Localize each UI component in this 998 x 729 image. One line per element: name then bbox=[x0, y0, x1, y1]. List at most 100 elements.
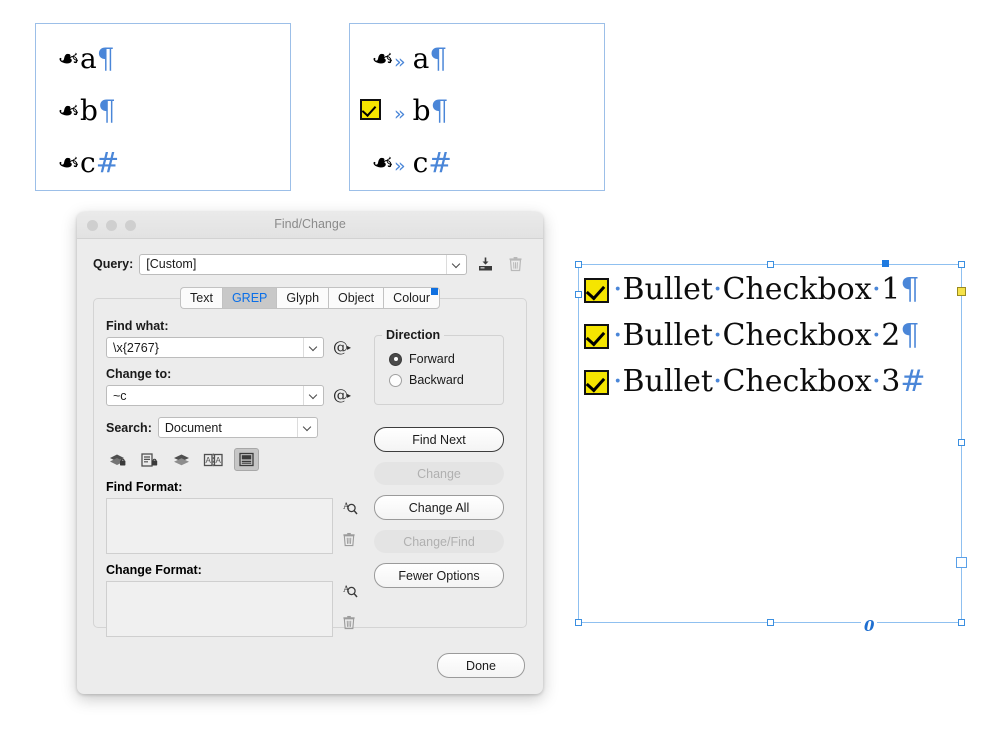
tab-mark: » bbox=[394, 155, 406, 177]
sample-row: ❧ b ¶ bbox=[46, 94, 115, 127]
change-format-area: A bbox=[106, 581, 358, 637]
pilcrow-mark: ¶ bbox=[96, 42, 115, 75]
handle-top-right[interactable] bbox=[958, 261, 965, 268]
change-to-row: ~c @▸ bbox=[106, 385, 358, 406]
find-change-dialog: Find/Change Query: [Custom] Text GREP Gl… bbox=[77, 212, 543, 694]
chevron-down-icon[interactable] bbox=[303, 386, 323, 405]
frame-text-b: Checkbox bbox=[722, 318, 872, 353]
handle-bottom-center[interactable] bbox=[767, 619, 774, 626]
handle-top-center[interactable] bbox=[767, 261, 774, 268]
tab-object[interactable]: Object bbox=[328, 287, 384, 309]
find-format-box[interactable] bbox=[106, 498, 333, 554]
sample-row: ❧ » c # bbox=[360, 146, 451, 179]
overset-indicator: 0 bbox=[861, 619, 878, 634]
search-row: Search: Document bbox=[106, 417, 358, 438]
include-hidden-layers-icon[interactable] bbox=[170, 449, 193, 470]
handle-outport[interactable] bbox=[956, 557, 967, 568]
fewer-options-button[interactable]: Fewer Options bbox=[374, 563, 504, 588]
sample-row: ❧ a ¶ bbox=[46, 42, 115, 75]
at-menu-icon[interactable]: @▸ bbox=[333, 388, 351, 403]
dialog-titlebar[interactable]: Find/Change bbox=[77, 212, 543, 239]
checkbox-glyph bbox=[584, 324, 609, 349]
change-all-button[interactable]: Change All bbox=[374, 495, 504, 520]
handle-top-active[interactable] bbox=[882, 260, 889, 267]
radio-backward-label: Backward bbox=[409, 373, 464, 387]
clear-format-icon[interactable] bbox=[342, 532, 358, 552]
find-next-button[interactable]: Find Next bbox=[374, 427, 504, 452]
space-mark: · bbox=[613, 272, 623, 307]
change-format-label: Change Format: bbox=[106, 563, 202, 577]
sample-row: ❧ » a ¶ bbox=[360, 42, 447, 75]
specify-attributes-icon[interactable]: A bbox=[342, 583, 358, 604]
grep-panel: Find what: \x{2767} @▸ Change to: ~c @▸ … bbox=[93, 298, 527, 637]
at-menu-icon[interactable]: @▸ bbox=[333, 340, 351, 355]
search-label: Search: bbox=[106, 420, 152, 435]
checkbox-glyph bbox=[584, 278, 609, 303]
handle-inport[interactable] bbox=[575, 291, 582, 298]
change-find-button: Change/Find bbox=[374, 530, 504, 553]
handle-bottom-right[interactable] bbox=[958, 619, 965, 626]
query-label: Query: bbox=[93, 257, 134, 271]
radio-forward[interactable]: Forward bbox=[389, 352, 493, 366]
specify-attributes-icon[interactable]: A bbox=[342, 500, 358, 521]
frame-text-a: Bullet bbox=[622, 318, 713, 353]
delete-query-icon[interactable] bbox=[503, 252, 527, 276]
find-format-area: A bbox=[106, 498, 358, 554]
fleuron-glyph: ❧ bbox=[57, 148, 80, 179]
save-query-icon[interactable] bbox=[473, 252, 497, 276]
change-to-input[interactable]: ~c bbox=[106, 385, 324, 406]
find-what-row: \x{2767} @▸ bbox=[106, 337, 358, 358]
handle-content-grabber[interactable] bbox=[957, 287, 966, 296]
end-of-story-mark: # bbox=[900, 364, 926, 399]
query-select[interactable]: [Custom] bbox=[139, 253, 467, 275]
chevron-down-icon[interactable] bbox=[296, 418, 317, 437]
tab-glyph[interactable]: Glyph bbox=[276, 287, 329, 309]
frame-number: 3 bbox=[881, 364, 901, 399]
include-master-pages-icon[interactable]: A A bbox=[202, 449, 225, 470]
fleuron-glyph: ❧ bbox=[371, 44, 394, 75]
handle-middle-right[interactable] bbox=[958, 439, 965, 446]
frame-line: ·Bullet·Checkbox·2¶ bbox=[584, 321, 919, 351]
selected-text-frame[interactable]: ·Bullet·Checkbox·1¶ ·Bullet·Checkbox·2¶ … bbox=[575, 260, 967, 634]
find-what-input[interactable]: \x{2767} bbox=[106, 337, 324, 358]
find-what-value: \x{2767} bbox=[113, 340, 159, 355]
change-format-box[interactable] bbox=[106, 581, 333, 637]
pilcrow-mark: ¶ bbox=[900, 318, 920, 353]
mode-tabs[interactable]: Text GREP Glyph Object Colour bbox=[93, 287, 527, 309]
space-mark: · bbox=[613, 364, 623, 399]
done-button[interactable]: Done bbox=[437, 653, 525, 678]
radio-backward[interactable]: Backward bbox=[389, 373, 493, 387]
radio-forward-indicator[interactable] bbox=[389, 352, 402, 366]
sample-row: ❧ c # bbox=[46, 146, 119, 179]
sample-letter: b bbox=[412, 94, 431, 127]
frame-text-b: Checkbox bbox=[722, 364, 872, 399]
sample-letter: a bbox=[412, 42, 430, 75]
clear-format-icon[interactable] bbox=[342, 615, 358, 635]
scope-icon-strip[interactable]: A A bbox=[106, 448, 358, 471]
tab-text[interactable]: Text bbox=[180, 287, 222, 309]
change-to-label: Change to: bbox=[106, 367, 172, 381]
tab-grep[interactable]: GREP bbox=[221, 287, 277, 309]
frame-number: 1 bbox=[881, 272, 901, 307]
handle-top-left[interactable] bbox=[575, 261, 582, 268]
tab-colour[interactable]: Colour bbox=[383, 287, 440, 309]
include-locked-stories-icon[interactable] bbox=[138, 449, 161, 470]
pilcrow-mark: ¶ bbox=[429, 42, 448, 75]
include-footnotes-icon[interactable] bbox=[234, 448, 259, 471]
space-mark: · bbox=[871, 318, 882, 353]
frame-text-a: Bullet bbox=[622, 364, 713, 399]
include-locked-layers-icon[interactable] bbox=[106, 449, 129, 470]
chevron-down-icon[interactable] bbox=[446, 254, 466, 274]
radio-backward-indicator[interactable] bbox=[389, 373, 402, 387]
radio-forward-label: Forward bbox=[409, 352, 455, 366]
frame-number: 2 bbox=[881, 318, 901, 353]
chevron-down-icon[interactable] bbox=[303, 338, 323, 357]
space-mark: · bbox=[871, 272, 882, 307]
query-row: Query: [Custom] bbox=[93, 252, 527, 276]
tab-colour-label: Colour bbox=[393, 291, 430, 305]
search-scope-select[interactable]: Document bbox=[157, 417, 318, 438]
handle-bottom-left[interactable] bbox=[575, 619, 582, 626]
tab-mark: » bbox=[394, 51, 406, 73]
before-sample-box: ❧ a ¶ ❧ b ¶ ❧ c # bbox=[35, 23, 291, 191]
tab-mark: » bbox=[394, 103, 406, 125]
